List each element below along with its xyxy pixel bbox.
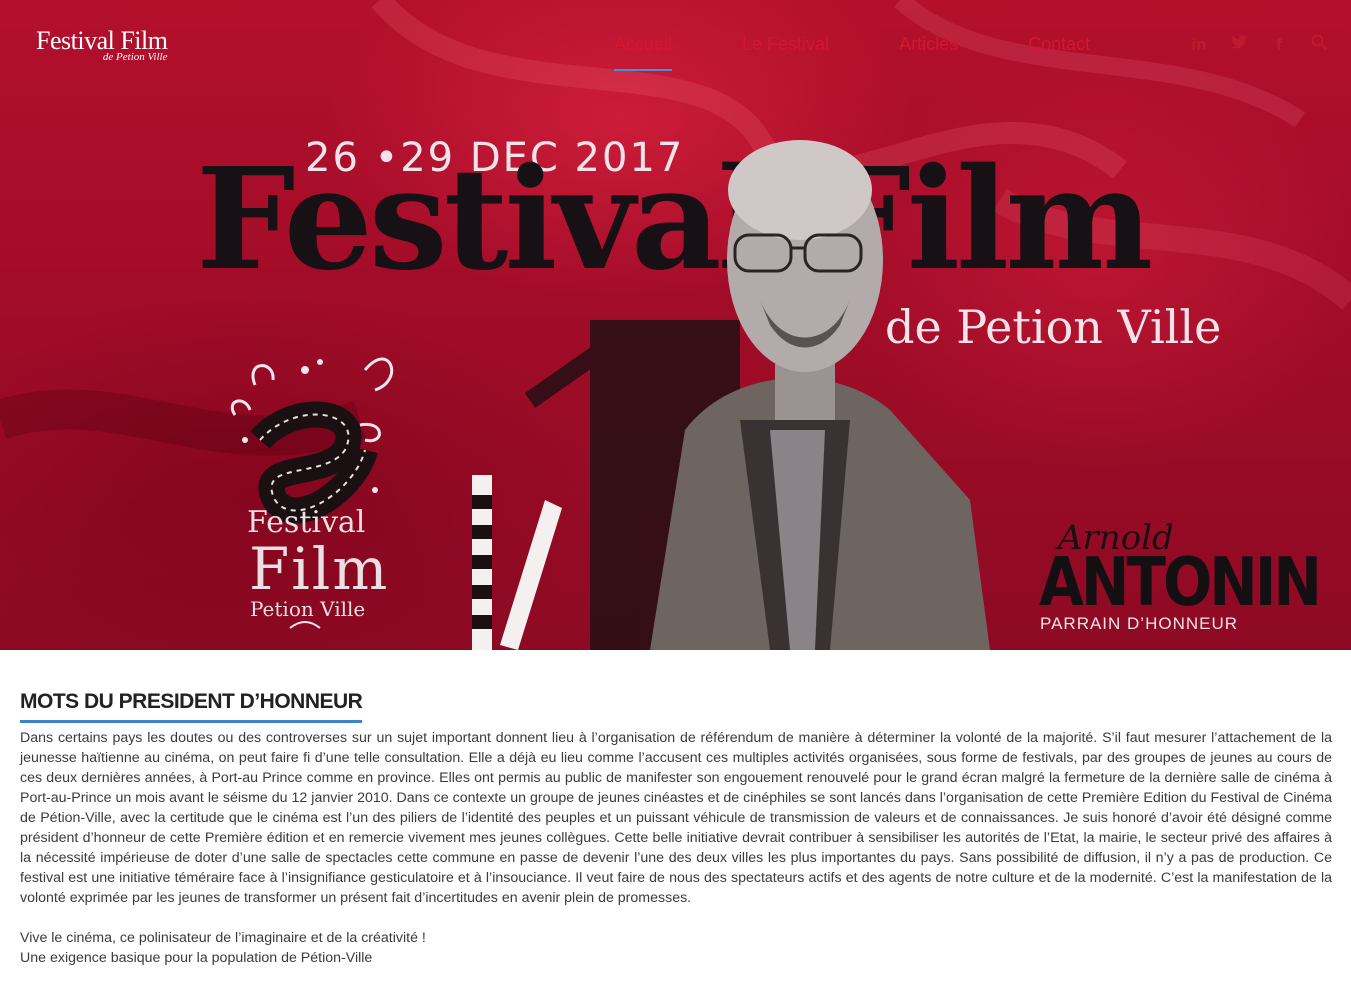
article-body: Dans certains pays les doutes ou des con… [20,730,1332,906]
nav-articles[interactable]: Articles [899,34,958,72]
person-last-name: ANTONIN [1039,542,1322,622]
site-logo[interactable]: Festival Film de Petion Ville [36,28,168,64]
nav-le-festival[interactable]: Le Festival [742,34,829,72]
social-links: in f [1188,34,1330,55]
facebook-icon[interactable]: f [1268,35,1290,55]
linkedin-icon[interactable]: in [1188,35,1210,55]
portrait-image [472,140,990,650]
nav-accueil[interactable]: Accueil [614,34,673,72]
person-role: PARRAIN D’HONNEUR [1040,614,1239,633]
emblem-text-city: Petion Ville [250,597,366,621]
main-nav: Accueil Le Festival Articles Contact [614,34,1160,72]
search-icon[interactable] [1308,34,1330,55]
hero-banner: Festival Film de Petion Ville Accueil Le… [0,0,1351,650]
twitter-icon[interactable] [1228,34,1250,55]
article-heading: MOTS DU PRESIDENT D’HONNEUR [20,690,363,723]
nav-contact[interactable]: Contact [1028,34,1090,72]
closing-line-2: Une exigence basique pour la population … [20,950,373,966]
article-section: MOTS DU PRESIDENT D’HONNEUR Dans certain… [20,690,1332,968]
poster-subtitle: de Petion Ville [885,300,1222,354]
closing-line-1: Vive le cinéma, ce polinisateur de l’ima… [20,930,426,946]
emblem-text-film: Film [249,535,390,603]
